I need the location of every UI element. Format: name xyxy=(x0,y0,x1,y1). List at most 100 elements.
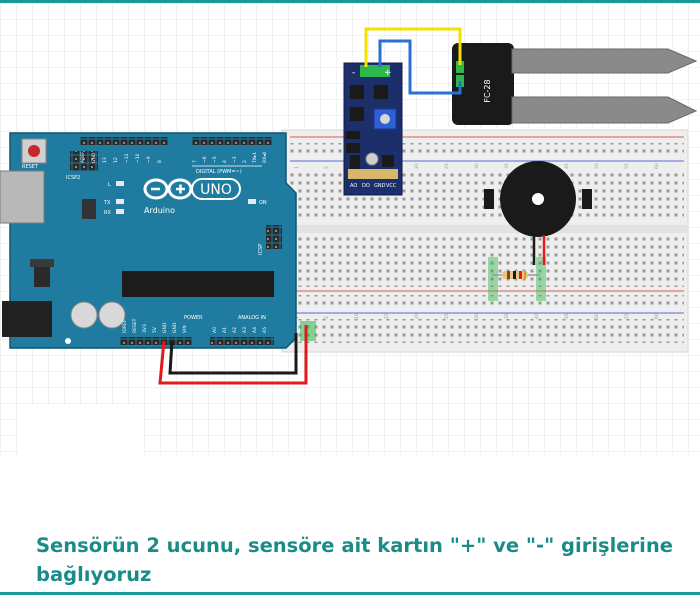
column-number-bottom: 25 xyxy=(444,313,450,319)
power-jack xyxy=(2,301,52,337)
module-output-header xyxy=(348,169,398,179)
arduino-board: RESET ICSP2 AREF GND 13 12 ~11 ~10 ~9 8 7 ~6 ~5 4 ~3… xyxy=(0,132,297,349)
module-minus-label: - xyxy=(352,68,355,78)
led-tx xyxy=(116,199,124,204)
digital-header-label: DIGITAL (PWM=~) xyxy=(196,169,242,175)
uno-logo-text: UNO xyxy=(200,182,232,198)
analog-pin-label: A1 xyxy=(222,327,228,333)
capacitor-1 xyxy=(70,301,98,329)
power-pin-label: GND xyxy=(172,322,178,333)
power-header xyxy=(120,337,192,345)
reset-label: RESET xyxy=(22,164,39,170)
column-number-bottom: 50 xyxy=(594,313,600,319)
column-number-top: 60 xyxy=(654,163,660,169)
column-number-bottom: 40 xyxy=(534,313,540,319)
digital-pin-label: ~10 xyxy=(135,153,141,163)
digital-pin-label: AREF xyxy=(80,151,86,163)
column-number-top: 25 xyxy=(444,163,450,169)
module-plus-label: + xyxy=(384,68,392,78)
digital-pin-label: 7 xyxy=(192,160,198,163)
capacitor-2 xyxy=(98,301,126,329)
led-rx-label: RX xyxy=(104,210,111,216)
probe-label: FC-28 xyxy=(483,79,492,102)
column-number-bottom: 5 xyxy=(324,316,330,319)
digital-pin-label: TX▸1 xyxy=(252,152,258,164)
power-pin-label: 5V xyxy=(152,326,158,333)
power-pin-label: GND xyxy=(162,322,168,333)
voltage-regulator xyxy=(34,265,50,287)
digital-pin-label: ~11 xyxy=(124,153,130,163)
digital-pin-label: ~6 xyxy=(202,156,208,163)
module-pin-label: AO xyxy=(350,183,357,189)
arduino-brand-text: Arduino xyxy=(144,206,175,215)
power-pin-label: IOREF xyxy=(122,319,128,333)
led-tx-label: TX xyxy=(103,200,111,206)
module-led xyxy=(365,152,379,166)
column-number-bottom: 55 xyxy=(624,313,630,319)
power-pin-label: 3V3 xyxy=(142,324,148,333)
column-number-bottom: 30 xyxy=(474,313,480,319)
analog-pin-label: A3 xyxy=(242,327,248,333)
probe-prong-bottom xyxy=(511,96,698,124)
digital-pin-label: GND xyxy=(91,152,97,163)
caption-text: Sensörün 2 ucunu, sensöre ait kartın "+"… xyxy=(36,534,673,586)
bottom-accent-line xyxy=(0,592,700,595)
led-rx xyxy=(116,209,124,214)
power-pin-label: VIN xyxy=(182,325,188,333)
module-smd-2 xyxy=(374,85,388,99)
analog-header-label: ANALOG IN xyxy=(238,315,266,321)
digital-pin-label: 8 xyxy=(157,160,163,163)
module-pin-label: DO xyxy=(362,183,370,189)
column-number-top: 45 xyxy=(564,163,570,169)
column-number-bottom: 60 xyxy=(654,313,660,319)
power-header-label: POWER xyxy=(184,315,203,321)
module-smd-3 xyxy=(350,107,364,121)
column-number-top: 1 xyxy=(294,166,300,169)
module-pin-label: VCC xyxy=(386,183,397,189)
column-number-bottom: 10 xyxy=(354,313,360,319)
column-number-bottom: 20 xyxy=(414,313,420,319)
sensor-module: - + AO DO GND VCC xyxy=(343,62,403,196)
analog-pin-label: A5 xyxy=(262,327,268,333)
probe-prong-top xyxy=(511,48,698,74)
power-pin-label: RESET xyxy=(132,318,138,333)
digital-header-left xyxy=(80,137,168,145)
digital-pin-label: 13 xyxy=(102,157,108,163)
icsp2-label: ICSP2 xyxy=(66,175,80,181)
analog-pin-label: A4 xyxy=(252,327,258,333)
column-number-top: 5 xyxy=(324,166,330,169)
digital-pin-label: ~9 xyxy=(146,156,152,163)
digital-pin-label: 4 xyxy=(222,160,228,163)
usb-chip xyxy=(82,199,96,219)
led-on-label: ON xyxy=(259,200,267,206)
led-l xyxy=(116,181,124,186)
column-number-top: 50 xyxy=(594,163,600,169)
buzzer-hole xyxy=(532,193,544,205)
analog-header xyxy=(210,337,274,345)
column-number-bottom: 15 xyxy=(384,313,390,319)
icsp-label: ICSP xyxy=(258,244,264,255)
icsp-header xyxy=(266,225,282,249)
circuit-diagram: 1155101015152020252530303535404045455050… xyxy=(0,3,700,455)
analog-pin-label: A0 xyxy=(212,327,218,333)
column-number-top: 55 xyxy=(624,163,630,169)
reset-button-cap xyxy=(28,145,40,157)
digital-pin-label: ~3 xyxy=(232,156,238,163)
microcontroller-chip xyxy=(122,271,274,297)
analog-pin-label: A2 xyxy=(232,327,238,333)
digital-pin-label: 2 xyxy=(242,160,248,163)
module-pin-label: GND xyxy=(374,183,386,189)
digital-pin-label: RX◂0 xyxy=(262,152,268,163)
usb-port xyxy=(0,170,45,224)
led-l-label: L xyxy=(108,182,111,188)
column-number-bottom: 45 xyxy=(564,313,570,319)
digital-pin-label: 12 xyxy=(113,157,119,163)
column-number-top: 20 xyxy=(414,163,420,169)
blank-patch xyxy=(18,405,142,455)
module-smd-1 xyxy=(350,85,364,99)
digital-pin-label: ~5 xyxy=(212,156,218,163)
column-number-top: 35 xyxy=(504,163,510,169)
digital-header-right xyxy=(192,137,272,145)
column-number-top: 30 xyxy=(474,163,480,169)
module-pin-labels: AO DO GND VCC xyxy=(350,183,397,189)
